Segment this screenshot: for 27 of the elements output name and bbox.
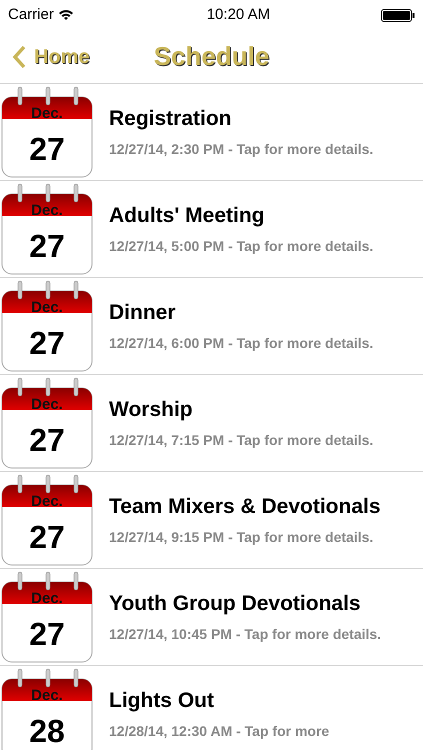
event-details: 12/27/14, 10:45 PM - Tap for more details. <box>109 625 382 644</box>
event-row[interactable]: Dec. 27 Registration 12/27/14, 2:30 PM - Tap for more details. <box>0 84 423 181</box>
event-row[interactable]: Dec. 27 Worship 12/27/14, 7:15 PM - Tap for more details. <box>0 375 423 472</box>
event-title: Adults' Meeting <box>109 203 266 229</box>
carrier-label: Carrier <box>8 4 54 25</box>
wifi-icon <box>58 9 74 21</box>
event-title: Registration <box>109 106 233 132</box>
event-details: 12/28/14, 12:30 AM - Tap for more <box>109 722 330 741</box>
event-row[interactable]: Dec. 27 Youth Group Devotionals 12/27/14, 10:45 PM - Tap for more details. <box>0 569 423 666</box>
event-row[interactable]: Dec. 28 Lights Out 12/28/14, 12:30 AM - Tap for more <box>0 666 423 750</box>
event-details: 12/27/14, 7:15 PM - Tap for more details. <box>109 431 374 450</box>
event-title: Lights Out <box>109 688 215 714</box>
event-row[interactable]: Dec. 27 Dinner 12/27/14, 6:00 PM - Tap for more details. <box>0 278 423 375</box>
screen-title: Schedule <box>154 40 270 73</box>
battery-icon <box>380 8 415 22</box>
status-time: 10:20 AM <box>206 4 270 25</box>
event-title: Youth Group Devotionals <box>109 591 362 617</box>
chevron-left-icon <box>12 44 26 68</box>
event-row[interactable]: Dec. 27 Adults' Meeting 12/27/14, 5:00 PM - Tap for more details. <box>0 181 423 278</box>
event-title: Worship <box>109 397 194 423</box>
event-details: 12/27/14, 2:30 PM - Tap for more details. <box>109 140 374 159</box>
event-details: 12/27/14, 9:15 PM - Tap for more details. <box>109 528 374 547</box>
event-title: Team Mixers & Devotionals <box>109 494 382 520</box>
event-title: Dinner <box>109 300 177 326</box>
event-details: 12/27/14, 6:00 PM - Tap for more details. <box>109 334 374 353</box>
event-row[interactable]: Dec. 27 Team Mixers & Devotionals 12/27/14, 9:15 PM - Tap for more details. <box>0 472 423 569</box>
event-details: 12/27/14, 5:00 PM - Tap for more details. <box>109 237 374 256</box>
